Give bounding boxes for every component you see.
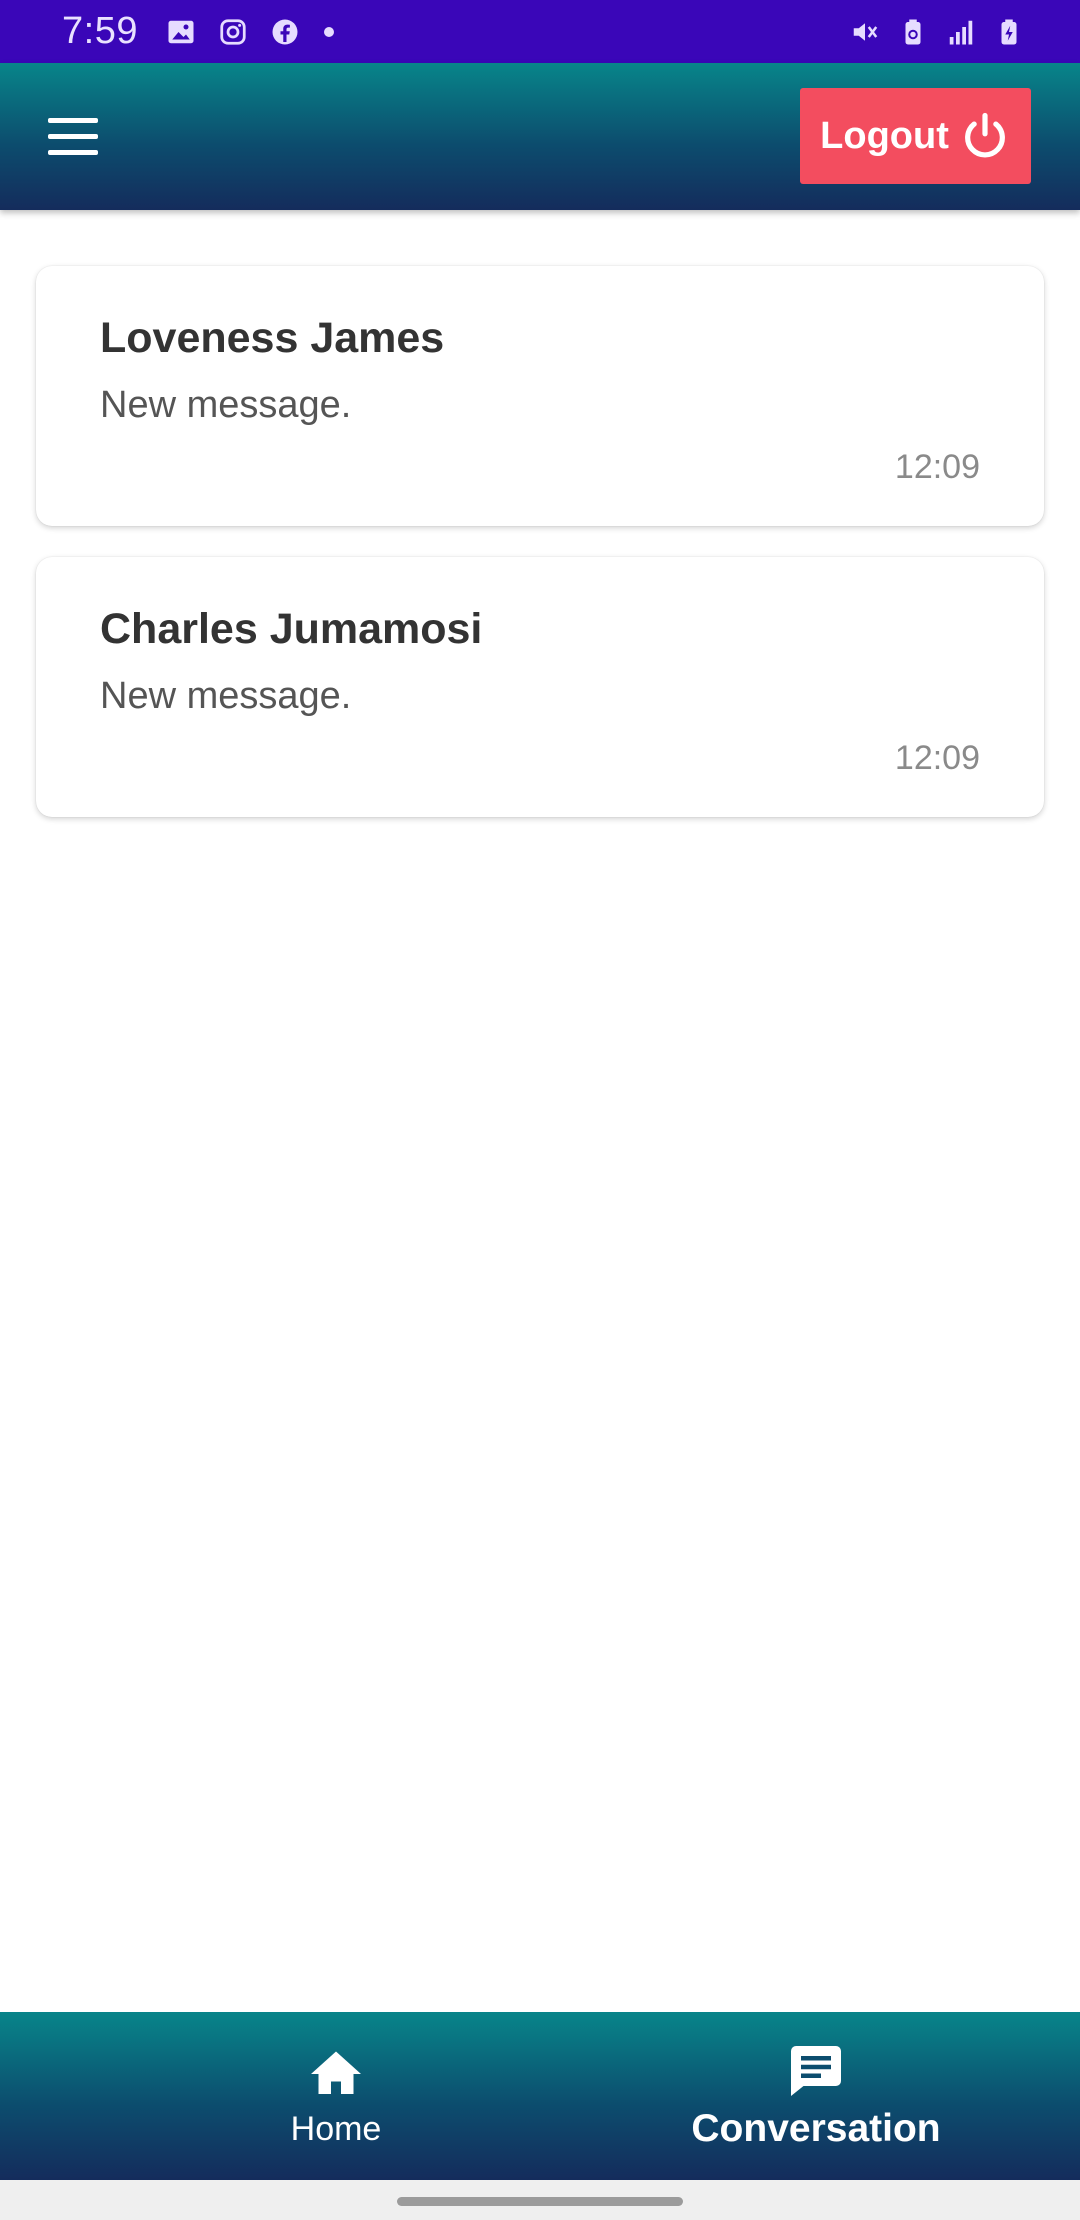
status-bar: 7:59	[0, 0, 1080, 63]
battery-saver-icon	[898, 17, 928, 47]
instagram-icon	[218, 17, 248, 47]
conversation-list: Loveness James New message. 12:09 Charle…	[36, 266, 1044, 848]
battery-charging-icon	[994, 17, 1024, 47]
home-icon	[306, 2044, 366, 2104]
logout-button[interactable]: Logout	[800, 88, 1031, 184]
system-icons	[850, 17, 1024, 47]
conversation-card[interactable]: Charles Jumamosi New message. 12:09	[36, 557, 1044, 817]
image-icon	[166, 17, 196, 47]
contact-name: Charles Jumamosi	[100, 605, 483, 653]
nav-item-home[interactable]: Home	[0, 2012, 576, 2180]
message-preview: New message.	[100, 675, 352, 717]
chat-icon	[786, 2041, 846, 2101]
logout-label: Logout	[820, 114, 949, 157]
gesture-handle[interactable]	[397, 2197, 683, 2206]
power-icon	[959, 110, 1011, 162]
status-time: 7:59	[62, 10, 138, 52]
message-time: 12:09	[894, 739, 980, 777]
gesture-area	[0, 2180, 1080, 2220]
facebook-icon	[270, 17, 300, 47]
notification-icons	[166, 17, 336, 47]
nav-item-conversation[interactable]: Conversation	[576, 2012, 1080, 2180]
nav-label-home: Home	[290, 2109, 382, 2148]
nav-label-conversation: Conversation	[691, 2107, 941, 2150]
message-preview: New message.	[100, 384, 352, 426]
conversation-card[interactable]: Loveness James New message. 12:09	[36, 266, 1044, 526]
message-time: 12:09	[894, 448, 980, 486]
mute-vibrate-icon	[850, 17, 880, 47]
signal-icon	[946, 17, 976, 47]
contact-name: Loveness James	[100, 314, 445, 362]
dot-icon	[322, 17, 336, 47]
hamburger-menu-icon[interactable]	[40, 103, 106, 169]
bottom-navigation: Home Conversation	[0, 2012, 1080, 2180]
app-bar: Logout	[0, 63, 1080, 210]
